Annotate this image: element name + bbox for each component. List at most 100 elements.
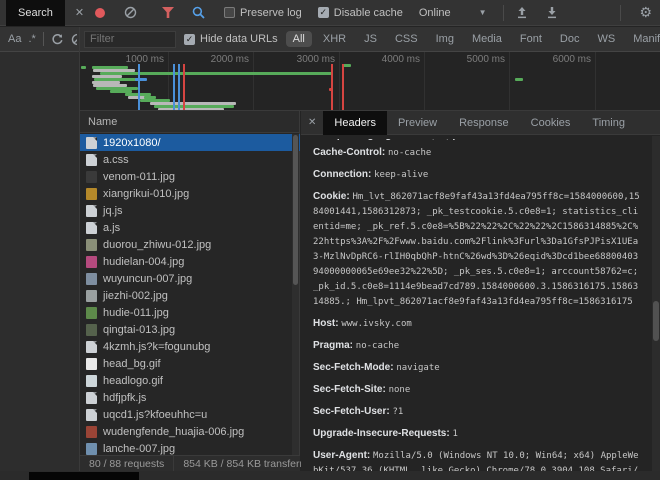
- request-row[interactable]: 4kzmh.js?k=fogunubg: [80, 338, 300, 355]
- header-value: Hm_lvt_862071acf8e9faf43a13fd4ea795ff8c=…: [313, 192, 640, 307]
- header-name: Upgrade-Insecure-Requests:: [313, 428, 452, 439]
- request-name: hudie-011.jpg: [103, 307, 169, 319]
- header-entry: Sec-Fetch-Site: none: [313, 382, 642, 397]
- request-row[interactable]: lanche-007.jpg: [80, 440, 300, 456]
- column-header-name[interactable]: Name: [80, 111, 299, 133]
- tab-headers[interactable]: Headers: [323, 111, 387, 135]
- filter-pill-js[interactable]: JS: [357, 31, 384, 47]
- request-details-panel: ✕ HeadersPreviewResponseCookiesTiming Ac…: [301, 111, 660, 480]
- clear-network-log-icon[interactable]: [122, 5, 138, 21]
- hide-data-urls-checkbox[interactable]: ✓: [184, 34, 195, 45]
- request-row[interactable]: hdfjpfk.js: [80, 389, 300, 406]
- filter-pill-all[interactable]: All: [286, 31, 312, 47]
- timeline-tick-label: 3000 ms: [297, 54, 335, 65]
- tab-preview[interactable]: Preview: [387, 111, 448, 135]
- request-list-scrollbar[interactable]: [292, 134, 299, 456]
- close-details-icon[interactable]: ✕: [301, 117, 323, 128]
- timeline-gridline: [595, 52, 596, 111]
- filter-pill-manifest[interactable]: Manifest: [626, 31, 660, 47]
- toolbar-divider: [503, 5, 504, 21]
- disable-cache-checkbox[interactable]: ✓: [318, 7, 329, 18]
- event-marker-line: [331, 64, 333, 111]
- search-drawer-toolbar: Aa .*: [0, 27, 80, 52]
- tab-timing[interactable]: Timing: [581, 111, 636, 135]
- request-row[interactable]: a.css: [80, 151, 300, 168]
- request-row[interactable]: jiezhi-002.jpg: [80, 287, 300, 304]
- request-row[interactable]: duorou_zhiwu-012.jpg: [80, 236, 300, 253]
- request-name: jq.js: [103, 205, 123, 217]
- request-row[interactable]: wudengfende_huajia-006.jpg: [80, 423, 300, 440]
- request-headers-list: Cache-Control: no-cacheConnection: keep-…: [313, 145, 642, 471]
- filter-pill-img[interactable]: Img: [429, 31, 461, 47]
- image-thumbnail-icon: [86, 239, 97, 251]
- preserve-log-checkbox[interactable]: ✓: [224, 7, 235, 18]
- event-marker-line: [342, 64, 344, 111]
- filter-pill-css[interactable]: CSS: [388, 31, 425, 47]
- filter-pill-xhr[interactable]: XHR: [316, 31, 353, 47]
- header-value: 1: [452, 429, 457, 439]
- gear-icon[interactable]: ⚙: [639, 4, 652, 21]
- tab-search[interactable]: Search: [6, 0, 65, 26]
- request-row[interactable]: wuyuncun-007.jpg: [80, 270, 300, 287]
- clear-search-icon[interactable]: [71, 33, 77, 46]
- timeline-tick-label: 1000 ms: [126, 54, 164, 65]
- header-value: www.ivsky.com: [341, 319, 411, 329]
- request-name: qingtai-013.jpg: [103, 324, 175, 336]
- waterfall-overview[interactable]: 1000 ms2000 ms3000 ms4000 ms5000 ms6000 …: [80, 52, 660, 111]
- tab-cookies[interactable]: Cookies: [520, 111, 582, 135]
- file-icon: [86, 222, 97, 234]
- record-network-log-icon[interactable]: [92, 5, 108, 21]
- file-icon: [86, 392, 97, 404]
- timeline-gridline: [339, 52, 340, 111]
- request-list-panel: Name 1920x1080/a.cssvenom-011.jpgxiangri…: [80, 111, 300, 480]
- request-name: lanche-007.jpg: [103, 443, 175, 455]
- request-row[interactable]: jq.js: [80, 202, 300, 219]
- export-har-icon[interactable]: [544, 5, 560, 21]
- scrollbar-thumb[interactable]: [653, 301, 659, 341]
- file-icon: [86, 154, 97, 166]
- headers-content: Accept-Language: zh-CN,zh;q=0.9 Cache-Co…: [301, 136, 652, 471]
- image-thumbnail-icon: [86, 171, 97, 183]
- request-name: hudielan-004.jpg: [103, 256, 184, 268]
- request-row[interactable]: head_bg.gif: [80, 355, 300, 372]
- event-marker-line: [173, 64, 175, 111]
- image-thumbnail-icon: [86, 307, 97, 319]
- filter-pill-font[interactable]: Font: [513, 31, 549, 47]
- header-entry: Cache-Control: no-cache: [313, 145, 642, 160]
- filter-pill-ws[interactable]: WS: [590, 31, 622, 47]
- request-row[interactable]: venom-011.jpg: [80, 168, 300, 185]
- refresh-search-icon[interactable]: [51, 33, 64, 46]
- request-row[interactable]: headlogo.gif: [80, 372, 300, 389]
- regex-button[interactable]: .*: [28, 33, 35, 45]
- image-thumbnail-icon: [86, 358, 97, 370]
- request-row[interactable]: 1920x1080/: [80, 134, 300, 151]
- header-entry: Sec-Fetch-Mode: navigate: [313, 360, 642, 375]
- waterfall-bar: [515, 78, 523, 81]
- request-name: jiezhi-002.jpg: [103, 290, 168, 302]
- scrollbar-thumb[interactable]: [293, 135, 298, 285]
- header-entry: Pragma: no-cache: [313, 338, 642, 353]
- throttling-dropdown[interactable]: Online ▼: [419, 7, 487, 19]
- request-row[interactable]: uqcd1.js?kfoeuhhc=u: [80, 406, 300, 423]
- timeline-tick-label: 4000 ms: [382, 54, 420, 65]
- request-row[interactable]: a.js: [80, 219, 300, 236]
- filter-pill-media[interactable]: Media: [465, 31, 509, 47]
- details-scrollbar[interactable]: [652, 136, 660, 471]
- filter-pill-doc[interactable]: Doc: [553, 31, 587, 47]
- timeline-tick-label: 2000 ms: [211, 54, 249, 65]
- request-row[interactable]: qingtai-013.jpg: [80, 321, 300, 338]
- request-row[interactable]: hudielan-004.jpg: [80, 253, 300, 270]
- request-row[interactable]: xiangrikui-010.jpg: [80, 185, 300, 202]
- search-toggle-icon[interactable]: [190, 5, 206, 21]
- import-har-icon[interactable]: [514, 5, 530, 21]
- file-icon: [86, 409, 97, 421]
- network-filter-input[interactable]: [84, 31, 176, 48]
- header-name: Connection:: [313, 169, 374, 180]
- match-case-button[interactable]: Aa: [8, 33, 21, 45]
- request-name: uqcd1.js?kfoeuhhc=u: [103, 409, 207, 421]
- network-main-toolbar: Search ✕ ✓ Preserve log ✓ Disable cache …: [0, 0, 660, 26]
- throttling-value: Online: [419, 7, 451, 19]
- request-row[interactable]: hudie-011.jpg: [80, 304, 300, 321]
- tab-response[interactable]: Response: [448, 111, 520, 135]
- filter-toggle-icon[interactable]: [160, 5, 176, 21]
